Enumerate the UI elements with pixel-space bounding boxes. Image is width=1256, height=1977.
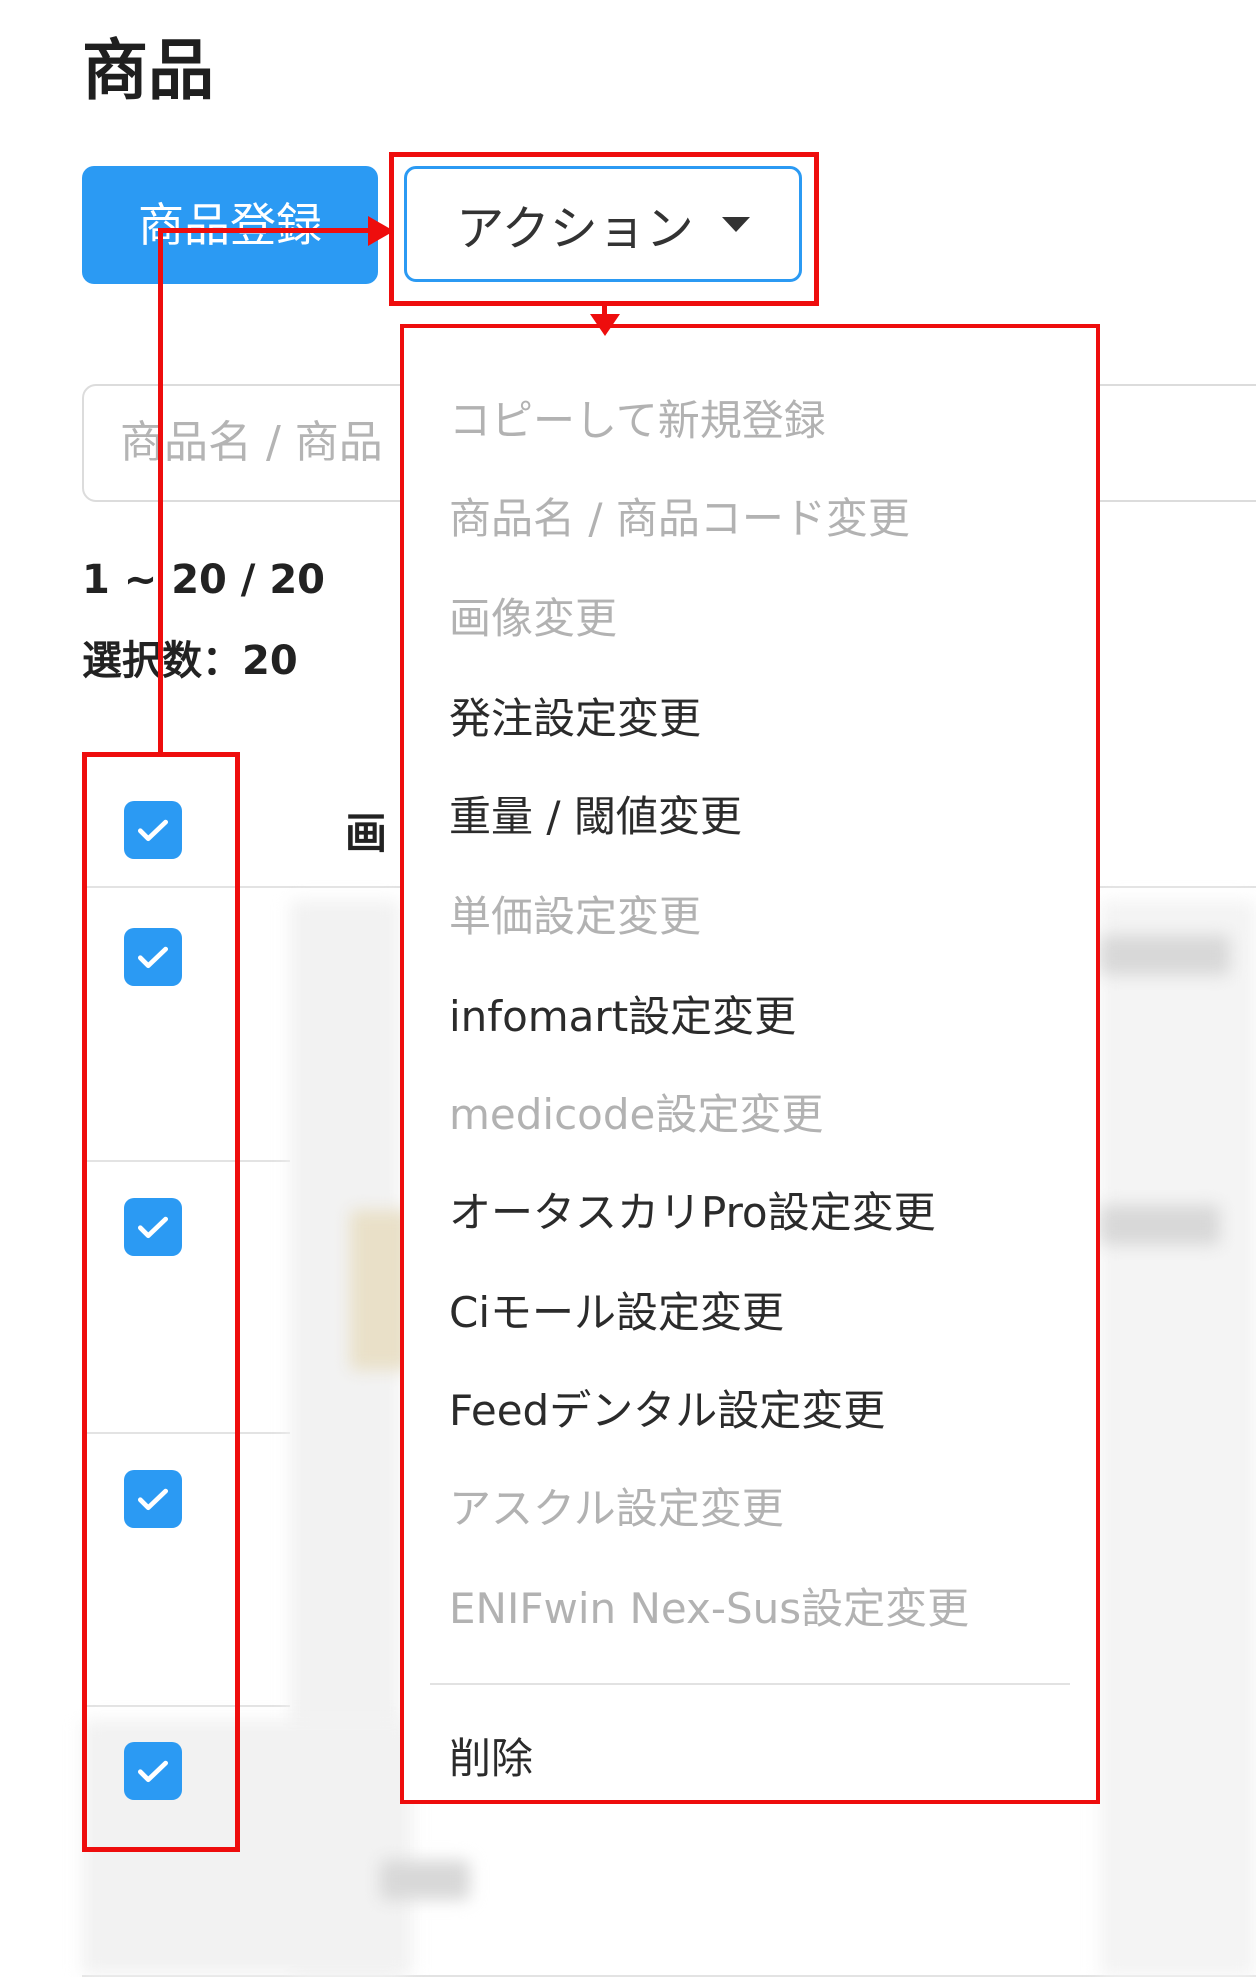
register-product-button[interactable]: 商品登録 bbox=[82, 166, 378, 284]
menu-item-enifwin[interactable]: ENIFwin Nex-Sus設定変更 bbox=[449, 1588, 969, 1630]
menu-item-copy-new[interactable]: コピーして新規登録 bbox=[449, 400, 826, 442]
annotation-arrow-icon bbox=[368, 216, 394, 246]
cell-text-blurred bbox=[1100, 935, 1230, 975]
menu-item-medicode[interactable]: medicode設定変更 bbox=[449, 1094, 823, 1136]
table-content-blurred bbox=[1100, 900, 1256, 1977]
result-range: 1 ~ 20 / 20 bbox=[82, 557, 325, 603]
menu-item-askul[interactable]: アスクル設定変更 bbox=[449, 1488, 784, 1530]
menu-item-order-setting[interactable]: 発注設定変更 bbox=[449, 698, 701, 740]
selected-count: 選択数：20 bbox=[82, 638, 298, 684]
menu-item-autascari-pro[interactable]: オータスカリPro設定変更 bbox=[449, 1192, 936, 1234]
menu-divider bbox=[430, 1683, 1070, 1685]
cell-text-blurred bbox=[380, 1860, 470, 1900]
annotation-line bbox=[158, 228, 380, 233]
image-column-header: 画 bbox=[345, 809, 388, 858]
menu-item-weight-threshold[interactable]: 重量 / 閾値変更 bbox=[449, 796, 742, 838]
annotation-line bbox=[158, 228, 163, 754]
menu-item-unit-price[interactable]: 単価設定変更 bbox=[449, 896, 701, 938]
cell-text-blurred bbox=[1100, 1205, 1220, 1245]
annotation-box-action-button bbox=[389, 152, 819, 306]
page-title: 商品 bbox=[82, 32, 214, 109]
menu-item-feed-dental[interactable]: Feedデンタル設定変更 bbox=[449, 1390, 885, 1432]
action-dropdown-menu: コピーして新規登録 商品名 / 商品コード変更 画像変更 発注設定変更 重量 /… bbox=[400, 324, 1100, 1804]
menu-item-delete[interactable]: 削除 bbox=[449, 1738, 533, 1780]
menu-item-ci-mall[interactable]: Ciモール設定変更 bbox=[449, 1292, 784, 1334]
menu-item-infomart[interactable]: infomart設定変更 bbox=[449, 996, 796, 1038]
menu-item-image-change[interactable]: 画像変更 bbox=[449, 598, 617, 640]
annotation-arrow-icon bbox=[590, 314, 620, 336]
annotation-box-checkboxes bbox=[82, 752, 240, 1852]
menu-item-name-code-change[interactable]: 商品名 / 商品コード変更 bbox=[449, 498, 910, 540]
